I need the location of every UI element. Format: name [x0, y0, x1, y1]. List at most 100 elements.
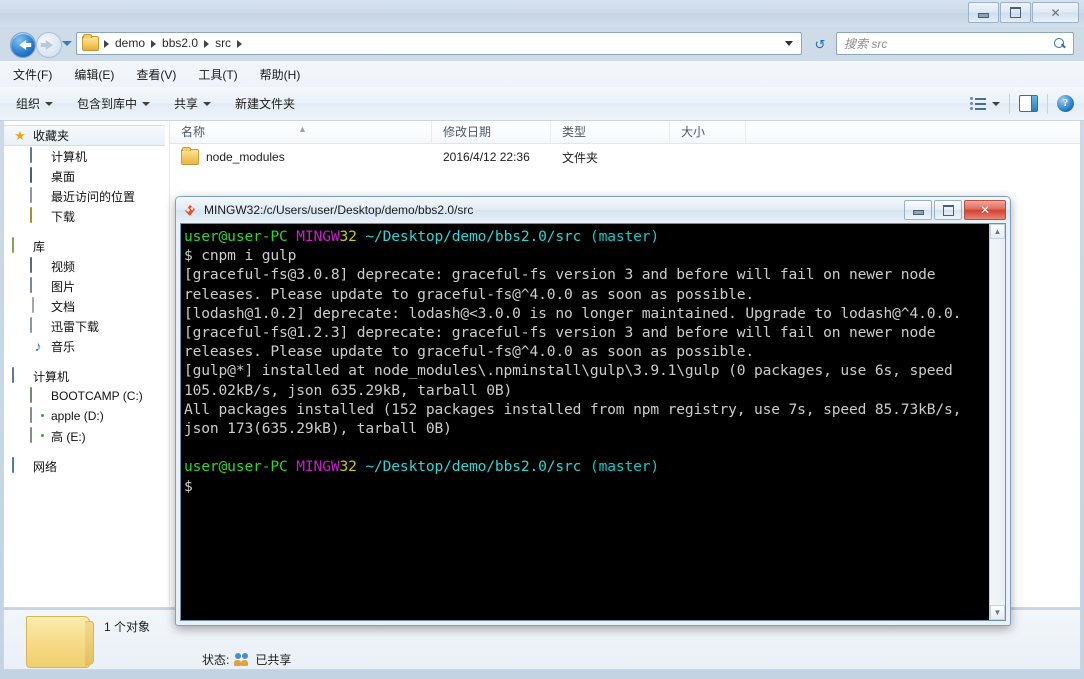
address-dropdown-icon[interactable]: [785, 41, 793, 46]
terminal-line: user@user-PC MINGW32 ~/Desktop/demo/bbs2…: [184, 458, 660, 476]
column-header-type[interactable]: 类型: [551, 121, 670, 143]
search-icon: [1054, 37, 1066, 50]
window-controls: ✕: [967, 2, 1079, 23]
terminal-close-button[interactable]: ✕: [964, 200, 1006, 220]
sidebar-item-desktop[interactable]: 桌面: [4, 166, 169, 186]
file-type: 文件夹: [562, 150, 599, 165]
sidebar-item-music[interactable]: ♪ 音乐: [4, 336, 169, 356]
column-header-size[interactable]: 大小: [670, 121, 746, 143]
terminal-maximize-button[interactable]: [934, 200, 962, 220]
menu-bar: 文件(F) 编辑(E) 查看(V) 工具(T) 帮助(H): [0, 61, 1084, 87]
terminal-console[interactable]: user@user-PC MINGW32 ~/Desktop/demo/bbs2…: [180, 223, 1006, 621]
sidebar-label: 库: [33, 239, 46, 254]
tree-gap: [4, 446, 169, 456]
terminal-line: $ cnpm i gulp: [184, 247, 297, 265]
table-row[interactable]: node_modules 2016/4/12 22:36 文件夹: [170, 143, 1080, 171]
chevron-down-icon[interactable]: [992, 101, 1000, 106]
pictures-icon: [30, 277, 46, 294]
terminal-line: user@user-PC MINGW32 ~/Desktop/demo/bbs2…: [184, 228, 660, 245]
sidebar-item-favorites[interactable]: ★ 收藏夹: [4, 125, 165, 146]
file-name: node_modules: [206, 150, 285, 164]
sidebar-item-libraries[interactable]: 库: [4, 236, 169, 256]
include-in-library-button[interactable]: 包含到库中: [69, 91, 158, 116]
column-header-row: 名称 ▲ 修改日期 类型 大小: [170, 121, 1080, 144]
view-mode-icon[interactable]: [970, 97, 987, 110]
menu-file[interactable]: 文件(F): [4, 63, 61, 86]
star-icon: ★: [14, 127, 26, 143]
downloads-icon: [30, 207, 46, 224]
sidebar-item-drive-d[interactable]: apple (D:): [4, 406, 169, 426]
sidebar-label: 计算机: [51, 149, 88, 164]
preview-pane-icon[interactable]: [1019, 95, 1038, 112]
status-label: 状态:: [202, 653, 230, 667]
sidebar-item-thunder-download[interactable]: 迅雷下载: [4, 316, 169, 336]
sidebar-item-drive-e[interactable]: 高 (E:): [4, 426, 169, 446]
refresh-button[interactable]: ↺: [808, 33, 832, 56]
column-label: 修改日期: [443, 125, 492, 139]
sidebar-item-videos[interactable]: 视频: [4, 256, 169, 276]
organize-button[interactable]: 组织: [8, 91, 61, 116]
breadcrumb-item-1[interactable]: bbs2.0: [158, 34, 202, 53]
chevron-down-icon: [45, 101, 54, 106]
recent-places-icon: [30, 187, 46, 204]
help-icon[interactable]: ?: [1057, 95, 1074, 112]
file-name-cell[interactable]: node_modules: [170, 147, 432, 165]
terminal-line: [lodash@1.0.2] deprecate: lodash@<3.0.0 …: [184, 304, 962, 322]
desktop-icon: [30, 167, 46, 184]
column-label: 名称: [181, 125, 206, 139]
menu-help[interactable]: 帮助(H): [251, 63, 310, 86]
window-titlebar: ✕: [0, 0, 1084, 27]
drive-icon: [30, 407, 46, 424]
back-button[interactable]: [10, 32, 36, 58]
folder-preview-icon: [26, 616, 90, 668]
sidebar-item-recent-places[interactable]: 最近访问的位置: [4, 186, 169, 206]
folder-tree: ★ 收藏夹 计算机 桌面 最近访问的位置 下载 库 视频 图片 文档 迅雷下载 …: [4, 121, 169, 476]
tree-gap: [4, 356, 169, 366]
sidebar-label: 最近访问的位置: [51, 189, 136, 204]
menu-view[interactable]: 查看(V): [127, 63, 185, 86]
column-header-modified[interactable]: 修改日期: [432, 121, 551, 143]
toolbar-separator: [1009, 93, 1010, 114]
column-label: 类型: [562, 125, 587, 139]
terminal-minimize-button[interactable]: [904, 200, 932, 220]
sidebar-item-pictures[interactable]: 图片: [4, 276, 169, 296]
sidebar-label: 收藏夹: [33, 129, 70, 143]
menu-tools[interactable]: 工具(T): [189, 63, 246, 86]
scroll-down-icon[interactable]: ▼: [990, 605, 1005, 620]
address-bar[interactable]: demo bbs2.0 src: [76, 32, 802, 55]
scroll-up-icon[interactable]: ▲: [990, 224, 1005, 239]
terminal-line: $: [184, 477, 193, 495]
terminal-scrollbar[interactable]: ▲ ▼: [989, 224, 1005, 620]
column-header-name[interactable]: 名称 ▲: [170, 121, 432, 143]
close-button[interactable]: ✕: [1032, 2, 1079, 23]
command-toolbar: 组织 包含到库中 共享 新建文件夹 ?: [0, 87, 1084, 121]
sidebar-item-computer[interactable]: 计算机: [4, 366, 169, 386]
computer-icon: [30, 147, 46, 164]
search-box[interactable]: 搜索 src: [836, 32, 1074, 55]
git-bash-icon: [183, 203, 198, 218]
thunder-download-icon: [30, 317, 46, 334]
sidebar-item-computer-fav[interactable]: 计算机: [4, 146, 169, 166]
share-with-button[interactable]: 共享: [166, 91, 219, 116]
breadcrumb-item-0[interactable]: demo: [111, 34, 149, 53]
sidebar-label: 文档: [51, 299, 76, 314]
terminal-line: [graceful-fs@1.2.3] deprecate: graceful-…: [184, 324, 944, 361]
sidebar-item-documents[interactable]: 文档: [4, 296, 169, 316]
sidebar-item-network[interactable]: 网络: [4, 456, 169, 476]
sidebar-item-downloads[interactable]: 下载: [4, 206, 169, 226]
chevron-right-icon: [237, 39, 243, 48]
terminal-line: All packages installed (152 packages ins…: [184, 400, 970, 438]
menu-edit[interactable]: 编辑(E): [65, 63, 123, 86]
maximize-button[interactable]: [1000, 2, 1031, 23]
breadcrumb-item-2[interactable]: src: [211, 34, 235, 53]
history-dropdown-icon[interactable]: [62, 41, 72, 46]
sort-ascending-icon: ▲: [298, 124, 307, 134]
mingw-terminal-window[interactable]: MINGW32:/c/Users/user/Desktop/demo/bbs2.…: [175, 196, 1011, 626]
minimize-button[interactable]: [968, 2, 999, 23]
forward-button[interactable]: [36, 32, 62, 58]
sidebar-label: 计算机: [33, 369, 70, 384]
folder-icon: [181, 147, 199, 165]
new-folder-button[interactable]: 新建文件夹: [227, 91, 303, 116]
sidebar-item-drive-c[interactable]: BOOTCAMP (C:): [4, 386, 169, 406]
